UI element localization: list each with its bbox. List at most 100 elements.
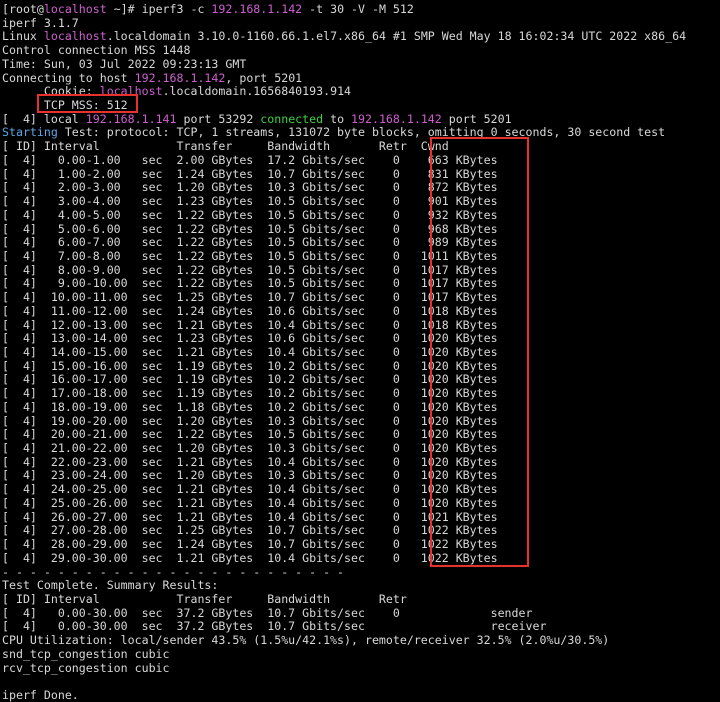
terminal-text: [ 4] 21.00-22.00 sec 1.20 GBytes 10.3 Gb…: [2, 441, 498, 456]
terminal-line: [ 4] 19.00-20.00 sec 1.20 GBytes 10.3 Gb…: [2, 414, 498, 428]
terminal-line: CPU Utilization: local/sender 43.5% (1.5…: [2, 633, 609, 647]
terminal-text: -t 30 -V -M 512: [302, 2, 414, 16]
terminal-line: [ 4] 24.00-25.00 sec 1.21 GBytes 10.4 Gb…: [2, 482, 498, 496]
terminal-text: , port 5201: [225, 70, 303, 85]
terminal-text: Starting: [2, 125, 58, 140]
terminal-text: .localdomain.1656840193.914: [162, 84, 352, 99]
terminal-text: Linux: [2, 29, 44, 44]
terminal-line: [ 4] 0.00-30.00 sec 37.2 GBytes 10.7 Gbi…: [2, 606, 532, 620]
terminal-line: [ 4] 1.00-2.00 sec 1.24 GBytes 10.7 Gbit…: [2, 167, 498, 181]
terminal-text: Time: Sun, 03 Jul 2022 09:23:13 GMT: [2, 56, 247, 71]
terminal-line: [ 4] 3.00-4.00 sec 1.23 GBytes 10.5 Gbit…: [2, 194, 498, 208]
terminal-line: [ 4] 9.00-10.00 sec 1.22 GBytes 10.5 Gbi…: [2, 276, 498, 290]
terminal-text: [ 4] 17.00-18.00 sec 1.19 GBytes 10.2 Gb…: [2, 386, 498, 401]
terminal-line: [ 4] 20.00-21.00 sec 1.22 GBytes 10.5 Gb…: [2, 427, 498, 441]
terminal-line: [ 4] 21.00-22.00 sec 1.20 GBytes 10.3 Gb…: [2, 441, 498, 455]
terminal-line: [ 4] 6.00-7.00 sec 1.22 GBytes 10.5 Gbit…: [2, 235, 498, 249]
terminal-window[interactable]: [root@localhost ~]# iperf3 -c 192.168.1.…: [0, 0, 720, 702]
terminal-text: [ 4] 18.00-19.00 sec 1.18 GBytes 10.2 Gb…: [2, 399, 498, 414]
terminal-text: [ 4] 22.00-23.00 sec 1.21 GBytes 10.4 Gb…: [2, 454, 498, 469]
terminal-text: [ 4] 2.00-3.00 sec 1.20 GBytes 10.3 Gbit…: [2, 180, 498, 195]
terminal-line: [root@localhost ~]# iperf3 -c 192.168.1.…: [2, 2, 414, 16]
terminal-text: to: [323, 111, 352, 126]
terminal-line: [ ID] Interval Transfer Bandwidth Retr: [2, 592, 407, 606]
terminal-text: [ 4] 19.00-20.00 sec 1.20 GBytes 10.3 Gb…: [2, 413, 498, 428]
terminal-text: [ 4] 24.00-25.00 sec 1.21 GBytes 10.4 Gb…: [2, 482, 498, 497]
terminal-text: - - - - - - - - - - - - - - - - - - - - …: [2, 564, 345, 579]
terminal-text: [ ID] Interval Transfer Bandwidth Retr C…: [2, 139, 449, 154]
terminal-line: [ 4] 0.00-1.00 sec 2.00 GBytes 17.2 Gbit…: [2, 153, 498, 167]
terminal-text: iperf Done.: [2, 688, 79, 702]
terminal-line: [ 4] local 192.168.1.141 port 53292 conn…: [2, 112, 512, 126]
terminal-line: [ 4] 15.00-16.00 sec 1.19 GBytes 10.2 Gb…: [2, 359, 498, 373]
terminal-text: [ 4] 3.00-4.00 sec 1.23 GBytes 10.5 Gbit…: [2, 194, 498, 209]
terminal-line: snd_tcp_congestion cubic: [2, 647, 170, 661]
terminal-line: Starting Test: protocol: TCP, 1 streams,…: [2, 125, 665, 139]
terminal-line: Time: Sun, 03 Jul 2022 09:23:13 GMT: [2, 57, 246, 71]
terminal-text: Connecting to host: [2, 70, 135, 85]
terminal-text: port 53292: [176, 111, 261, 126]
terminal-line: [ 4] 8.00-9.00 sec 1.22 GBytes 10.5 Gbit…: [2, 263, 498, 277]
terminal-text: Control connection MSS 1448: [2, 43, 191, 58]
terminal-line: [ 4] 0.00-30.00 sec 37.2 GBytes 10.7 Gbi…: [2, 619, 546, 633]
terminal-text: [ 4] 23.00-24.00 sec 1.20 GBytes 10.3 Gb…: [2, 468, 498, 483]
terminal-text: snd_tcp_congestion cubic: [2, 646, 170, 661]
terminal-text: connected: [260, 111, 324, 126]
terminal-line: rcv_tcp_congestion cubic: [2, 661, 170, 675]
terminal-text: [ 4] 15.00-16.00 sec 1.19 GBytes 10.2 Gb…: [2, 358, 498, 373]
terminal-text: [ 4] 1.00-2.00 sec 1.24 GBytes 10.7 Gbit…: [2, 166, 498, 181]
terminal-text: [ 4] local: [2, 111, 86, 126]
terminal-text: [ 4] 0.00-1.00 sec 2.00 GBytes 17.2 Gbit…: [2, 152, 498, 167]
terminal-text: [ 4] 25.00-26.00 sec 1.21 GBytes 10.4 Gb…: [2, 495, 498, 510]
terminal-line: [ 4] 29.00-30.00 sec 1.21 GBytes 10.4 Gb…: [2, 551, 498, 565]
terminal-line: Test Complete. Summary Results:: [2, 578, 218, 592]
terminal-text: [ 4] 11.00-12.00 sec 1.24 GBytes 10.6 Gb…: [2, 303, 498, 318]
terminal-line: [ 4] 22.00-23.00 sec 1.21 GBytes 10.4 Gb…: [2, 455, 498, 469]
terminal-line: [ 4] 13.00-14.00 sec 1.23 GBytes 10.6 Gb…: [2, 331, 498, 345]
terminal-text: localhost: [43, 29, 107, 44]
terminal-text: [root@: [2, 2, 44, 16]
terminal-line: [ 4] 11.00-12.00 sec 1.24 GBytes 10.6 Gb…: [2, 304, 498, 318]
terminal-text: [ 4] 8.00-9.00 sec 1.22 GBytes 10.5 Gbit…: [2, 262, 498, 277]
terminal-text: [ 4] 29.00-30.00 sec 1.21 GBytes 10.4 Gb…: [2, 550, 498, 565]
terminal-text: port 5201: [441, 111, 512, 126]
tcp-mss-highlight-box: [37, 94, 138, 113]
terminal-line: [ 4] 7.00-8.00 sec 1.22 GBytes 10.5 Gbit…: [2, 249, 498, 263]
terminal-line: [ 4] 28.00-29.00 sec 1.24 GBytes 10.7 Gb…: [2, 537, 498, 551]
cwnd-column-highlight-box: [430, 137, 529, 567]
terminal-text: CPU Utilization: local/sender 43.5% (1.5…: [2, 633, 610, 648]
terminal-line: [ 4] 10.00-11.00 sec 1.25 GBytes 10.7 Gb…: [2, 290, 498, 304]
terminal-text: Test: protocol: TCP, 1 streams, 131072 b…: [57, 125, 666, 140]
terminal-text: iperf 3.1.7: [2, 15, 79, 30]
terminal-text: Test Complete. Summary Results:: [2, 578, 219, 593]
terminal-line: [ ID] Interval Transfer Bandwidth Retr C…: [2, 139, 449, 153]
terminal-line: [ 4] 14.00-15.00 sec 1.21 GBytes 10.4 Gb…: [2, 345, 498, 359]
terminal-text: rcv_tcp_congestion cubic: [2, 660, 170, 675]
terminal-text: [ 4] 0.00-30.00 sec 37.2 GBytes 10.7 Gbi…: [2, 619, 547, 634]
terminal-text: [ 4] 12.00-13.00 sec 1.21 GBytes 10.4 Gb…: [2, 317, 498, 332]
terminal-line: Connecting to host 192.168.1.142, port 5…: [2, 71, 302, 85]
terminal-text: [ 4] 6.00-7.00 sec 1.22 GBytes 10.5 Gbit…: [2, 235, 498, 250]
terminal-text: [ 4] 5.00-6.00 sec 1.22 GBytes 10.5 Gbit…: [2, 221, 498, 236]
terminal-text: [ 4] 9.00-10.00 sec 1.22 GBytes 10.5 Gbi…: [2, 276, 498, 291]
terminal-line: [ 4] 17.00-18.00 sec 1.19 GBytes 10.2 Gb…: [2, 386, 498, 400]
terminal-text: [ ID] Interval Transfer Bandwidth Retr: [2, 591, 407, 606]
terminal-line: Linux localhost.localdomain 3.10.0-1160.…: [2, 29, 686, 43]
terminal-line: [ 4] 4.00-5.00 sec 1.22 GBytes 10.5 Gbit…: [2, 208, 498, 222]
terminal-line: iperf 3.1.7: [2, 16, 79, 30]
terminal-text: 192.168.1.142: [351, 111, 442, 126]
terminal-text: [ 4] 0.00-30.00 sec 37.2 GBytes 10.7 Gbi…: [2, 605, 533, 620]
terminal-line: - - - - - - - - - - - - - - - - - - - - …: [2, 565, 344, 579]
terminal-text: localhost: [43, 2, 107, 16]
terminal-text: ~]# iperf3 -c: [106, 2, 212, 16]
terminal-line: [ 4] 23.00-24.00 sec 1.20 GBytes 10.3 Gb…: [2, 468, 498, 482]
terminal-line: [ 4] 5.00-6.00 sec 1.22 GBytes 10.5 Gbit…: [2, 222, 498, 236]
terminal-text: [ 4] 28.00-29.00 sec 1.24 GBytes 10.7 Gb…: [2, 537, 498, 552]
terminal-line: Control connection MSS 1448: [2, 43, 190, 57]
terminal-text: [ 4] 14.00-15.00 sec 1.21 GBytes 10.4 Gb…: [2, 345, 498, 359]
terminal-text: .localdomain 3.10.0-1160.66.1.el7.x86_64…: [106, 29, 687, 44]
terminal-text: 192.168.1.142: [134, 70, 226, 85]
terminal-line: [ 4] 16.00-17.00 sec 1.19 GBytes 10.2 Gb…: [2, 372, 498, 386]
terminal-text: [ 4] 26.00-27.00 sec 1.21 GBytes 10.4 Gb…: [2, 509, 498, 524]
terminal-text: [ 4] 7.00-8.00 sec 1.22 GBytes 10.5 Gbit…: [2, 248, 498, 263]
